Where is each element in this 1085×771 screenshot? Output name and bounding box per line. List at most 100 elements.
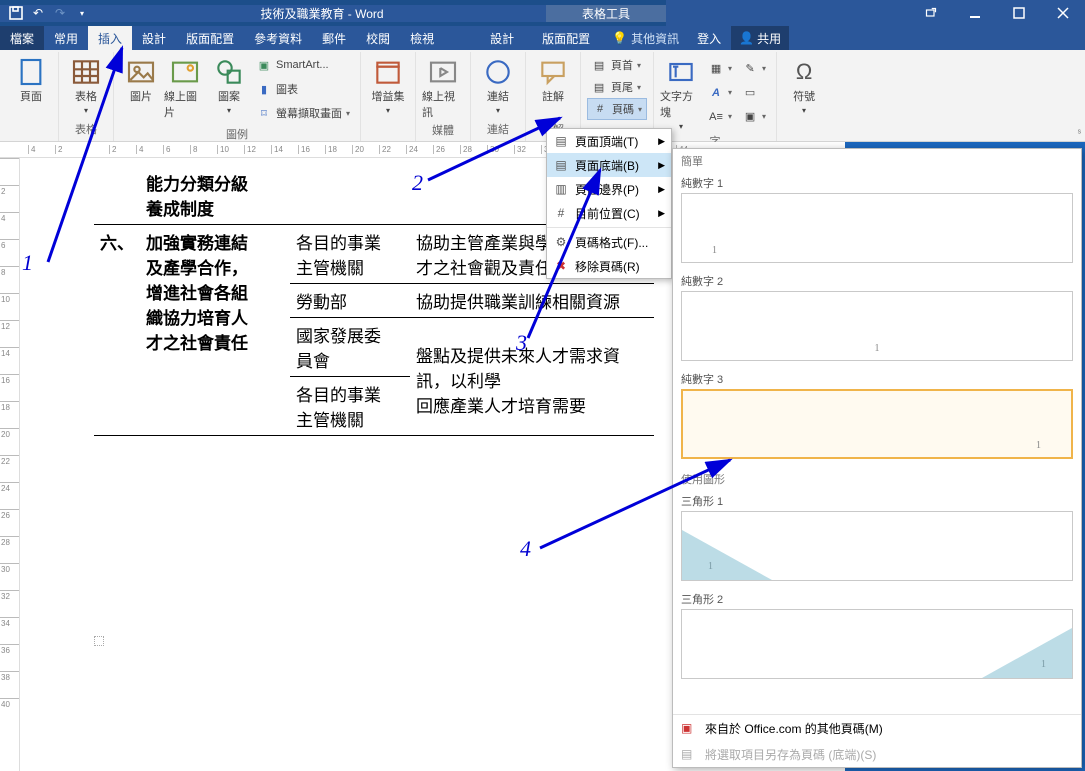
dropcap-icon: A≡ xyxy=(708,109,724,125)
cell-text: 各目的事業 xyxy=(296,234,381,253)
page-number-menu: ▤頁面頂端(T)▶ ▤頁面底端(B)▶ ▥頁面邊界(P)▶ #目前位置(C)▶ … xyxy=(546,128,672,279)
share-button[interactable]: 👤共用 xyxy=(731,26,789,50)
tell-me[interactable]: 💡其他資訊 xyxy=(604,26,687,50)
store-icon xyxy=(372,58,404,86)
comment-button[interactable]: 註解 xyxy=(532,54,574,119)
cover-page-button[interactable]: 頁面 xyxy=(10,54,52,135)
tab-table-layout[interactable]: 版面配置 xyxy=(528,26,604,50)
menu-current-position[interactable]: #目前位置(C)▶ xyxy=(547,201,671,225)
symbol-button[interactable]: Ω 符號▾ xyxy=(783,54,825,135)
cell-text: 織協力培育人 xyxy=(146,309,248,328)
gallery-item-triangle2[interactable]: 1 xyxy=(681,609,1073,679)
gallery-item-label: 三角形 2 xyxy=(673,589,1081,609)
tab-layout[interactable]: 版面配置 xyxy=(176,26,244,50)
vertical-ruler[interactable]: 246810121416182022242628303234363840 xyxy=(0,158,20,771)
addins-button[interactable]: 增益集▾ xyxy=(367,54,409,135)
object-icon: ▣ xyxy=(742,109,758,125)
window-title: 技術及職業教育 - Word xyxy=(98,5,546,22)
gallery-item-plain2[interactable]: 1 xyxy=(681,291,1073,361)
gallery-item-plain1[interactable]: 1 xyxy=(681,193,1073,263)
textbox-icon xyxy=(665,58,697,86)
tab-file[interactable]: 檔案 xyxy=(0,26,44,50)
tab-review[interactable]: 校閱 xyxy=(356,26,400,50)
menu-page-margins[interactable]: ▥頁面邊界(P)▶ xyxy=(547,177,671,201)
group-addins: 增益集▾ xyxy=(361,52,416,141)
gallery-item-plain3[interactable]: 1 xyxy=(681,389,1073,459)
page-margin-icon: ▥ xyxy=(553,182,569,196)
page-top-icon: ▤ xyxy=(553,134,569,148)
shapes-button[interactable]: 圖案▾ xyxy=(208,54,250,124)
minimize-button[interactable] xyxy=(953,0,997,26)
footer-button[interactable]: ▤頁尾▾ xyxy=(587,76,647,98)
chart-icon: ▮ xyxy=(256,81,272,97)
tab-design[interactable]: 設計 xyxy=(132,26,176,50)
quick-access-toolbar: ↶ ↷ ▾ xyxy=(0,5,98,21)
signin-link[interactable]: 登入 xyxy=(687,26,731,50)
cell-text: 及產學合作， xyxy=(146,259,248,278)
cell-text: 養成制度 xyxy=(146,200,214,219)
group-pages: 頁面 xyxy=(4,52,59,141)
cell-text: 員會 xyxy=(296,352,330,371)
page-bottom-icon: ▤ xyxy=(553,158,569,172)
collapse-ribbon-icon[interactable]: ˢ xyxy=(1078,128,1081,139)
group-tables: 表格▾ 表格 xyxy=(59,52,114,141)
tab-insert[interactable]: 插入 xyxy=(88,26,132,50)
wordart-icon: A xyxy=(708,85,724,101)
menu-bottom-of-page[interactable]: ▤頁面底端(B)▶ xyxy=(547,153,671,177)
online-pictures-button[interactable]: 線上圖片 xyxy=(164,54,206,124)
screenshot-button[interactable]: ⌑螢幕擷取畫面▾ xyxy=(252,102,354,124)
annotation-4: 4 xyxy=(520,536,531,562)
datetime-button[interactable]: ▭ xyxy=(738,82,770,104)
online-video-button[interactable]: 線上視訊 xyxy=(422,54,464,120)
cell-text: 主管機關 xyxy=(296,411,364,430)
symbol-icon: Ω xyxy=(788,58,820,86)
wordart-button[interactable]: A▾ xyxy=(704,82,736,104)
group-text: 文字方塊▾ ▦▾ A▾ A≡▾ ✎▾ ▭ ▣▾ 字 xyxy=(654,52,777,141)
undo-icon[interactable]: ↶ xyxy=(30,5,46,21)
quickparts-button[interactable]: ▦▾ xyxy=(704,58,736,80)
group-label-illustrations: 圖例 xyxy=(120,124,354,144)
tab-table-design[interactable]: 設計 xyxy=(476,26,528,50)
header-button[interactable]: ▤頁首▾ xyxy=(587,54,647,76)
smartart-button[interactable]: ▣SmartArt... xyxy=(252,54,354,76)
group-illustrations: 圖片 線上圖片 圖案▾ ▣SmartArt... ▮圖表 ⌑螢幕擷取畫面▾ 圖例 xyxy=(114,52,361,141)
smartart-icon: ▣ xyxy=(256,57,272,73)
tab-home[interactable]: 常用 xyxy=(44,26,88,50)
cell-text: 協助提供職業訓練相關資源 xyxy=(416,293,620,312)
gallery-item-triangle1[interactable]: 1 xyxy=(681,511,1073,581)
qat-dropdown-icon[interactable]: ▾ xyxy=(74,5,90,21)
links-button[interactable]: 連結▾ xyxy=(477,54,519,119)
dropcap-button[interactable]: A≡▾ xyxy=(704,106,736,128)
office-icon: ▣ xyxy=(681,721,697,735)
page-number-button[interactable]: #頁碼▾ xyxy=(587,98,647,120)
cell-text: 六、 xyxy=(100,234,134,253)
signature-button[interactable]: ✎▾ xyxy=(738,58,770,80)
context-tab-group: 表格工具 xyxy=(546,5,666,22)
tab-mailings[interactable]: 郵件 xyxy=(312,26,356,50)
cell-text: 加強實務連結 xyxy=(146,234,248,253)
group-symbols: Ω 符號▾ xyxy=(777,52,831,141)
tab-view[interactable]: 檢視 xyxy=(400,26,444,50)
redo-icon[interactable]: ↷ xyxy=(52,5,68,21)
tab-references[interactable]: 參考資料 xyxy=(244,26,312,50)
share-icon: 👤 xyxy=(739,31,754,45)
menu-top-of-page[interactable]: ▤頁面頂端(T)▶ xyxy=(547,129,671,153)
table-button[interactable]: 表格▾ xyxy=(65,54,107,119)
chart-button[interactable]: ▮圖表 xyxy=(252,78,354,100)
page-number-icon: # xyxy=(592,101,608,117)
pictures-button[interactable]: 圖片 xyxy=(120,54,162,124)
bulb-icon: 💡 xyxy=(612,31,627,45)
gallery-item-label: 三角形 1 xyxy=(673,491,1081,511)
textbox-button[interactable]: 文字方塊▾ xyxy=(660,54,702,131)
close-button[interactable] xyxy=(1041,0,1085,26)
maximize-button[interactable] xyxy=(997,0,1041,26)
menu-format-page-numbers[interactable]: ⚙頁碼格式(F)... xyxy=(547,230,671,254)
object-button[interactable]: ▣▾ xyxy=(738,106,770,128)
footer-icon: ▤ xyxy=(591,79,607,95)
menu-remove-page-numbers[interactable]: ✖移除頁碼(R) xyxy=(547,254,671,278)
page-break-marker xyxy=(94,636,104,646)
comment-icon xyxy=(537,58,569,86)
gallery-more-from-office[interactable]: ▣來自於 Office.com 的其他頁碼(M) xyxy=(673,715,1081,741)
ribbon-options-icon[interactable] xyxy=(909,0,953,26)
save-icon[interactable] xyxy=(8,5,24,21)
